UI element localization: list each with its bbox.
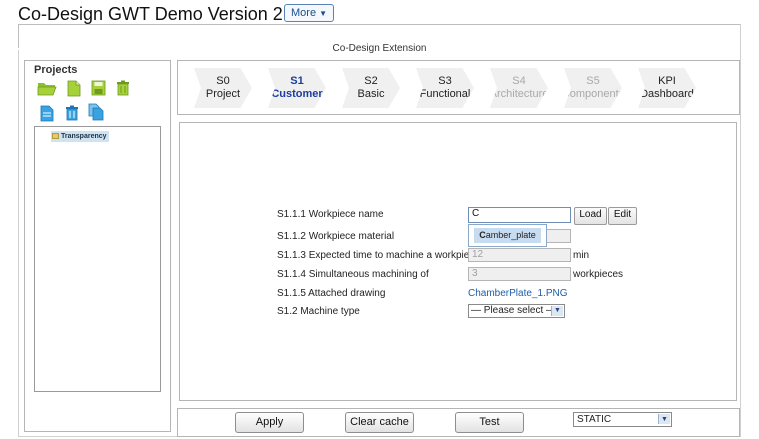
customer-form-panel: S1.1.1 Workpiece name C Load Edit S1.1.2… bbox=[179, 122, 737, 401]
frame-left-border bbox=[18, 50, 19, 436]
tree-item-label: Transparency bbox=[61, 133, 107, 140]
chevron-down-icon: ▼ bbox=[658, 414, 670, 424]
mode-value: STATIC bbox=[577, 414, 612, 425]
step-name: Dashboard bbox=[640, 88, 694, 100]
mode-select[interactable]: STATIC ▼ bbox=[573, 412, 672, 427]
attached-drawing-link[interactable]: ChamberPlate_1.PNG bbox=[468, 288, 568, 299]
step-name: Basic bbox=[357, 88, 385, 100]
extension-title: Co-Design Extension bbox=[332, 43, 427, 54]
more-button-label: More bbox=[291, 7, 317, 19]
bottom-toolbar: Apply Clear cache Test STATIC ▼ bbox=[177, 408, 740, 437]
header-divider bbox=[18, 24, 741, 25]
edit-button[interactable]: Edit bbox=[608, 207, 637, 225]
workpiece-name-label: S1.1.1 Workpiece name bbox=[277, 209, 384, 220]
expected-time-input: 12 bbox=[468, 248, 571, 262]
expected-time-label: S1.1.3 Expected time to machine a workpi… bbox=[277, 250, 480, 261]
step-code: S0 bbox=[216, 75, 230, 87]
more-button[interactable]: More ▼ bbox=[284, 4, 335, 22]
workpiece-name-input[interactable]: C bbox=[468, 207, 571, 223]
expected-time-unit: min bbox=[573, 250, 590, 261]
machine-type-label: S1.2 Machine type bbox=[277, 306, 360, 317]
step-s5-components: S5 Components bbox=[564, 68, 622, 108]
open-folder-icon[interactable] bbox=[37, 78, 57, 98]
step-s4-architecture: S4 Architecture bbox=[490, 68, 548, 108]
step-code: S3 bbox=[438, 75, 452, 87]
project-node-icon bbox=[52, 133, 59, 139]
suggestion-rest: amber_plate bbox=[485, 230, 536, 240]
new-file-icon[interactable] bbox=[64, 78, 84, 98]
dropdown-arrow-icon: ▼ bbox=[319, 9, 328, 18]
step-code: S1 bbox=[290, 75, 304, 87]
autocomplete-suggestions: Camber_plate bbox=[468, 224, 547, 247]
tree-item-transparency[interactable]: Transparency bbox=[51, 131, 109, 142]
step-code: KPI bbox=[658, 75, 676, 87]
step-code: S5 bbox=[586, 75, 600, 87]
test-button[interactable]: Test bbox=[455, 412, 524, 433]
step-name: Customer bbox=[271, 88, 323, 100]
machine-type-value: — Please select — bbox=[471, 305, 557, 316]
projects-panel: Projects Transparency bbox=[24, 60, 171, 432]
step-name: Project bbox=[205, 88, 241, 100]
suggestion-camber-plate[interactable]: Camber_plate bbox=[474, 228, 541, 243]
project-tree[interactable]: Transparency bbox=[34, 126, 161, 392]
save-icon[interactable] bbox=[88, 78, 108, 98]
frame-right-border bbox=[740, 24, 741, 436]
chevron-down-icon: ▼ bbox=[551, 306, 563, 316]
step-name: Functional bbox=[419, 88, 471, 100]
clear-cache-button[interactable]: Clear cache bbox=[345, 412, 414, 433]
step-code: S4 bbox=[512, 75, 526, 87]
step-s0-project[interactable]: S0 Project bbox=[194, 68, 252, 108]
copy-document-icon[interactable] bbox=[86, 102, 106, 122]
attached-drawing-label: S1.1.5 Attached drawing bbox=[277, 288, 386, 299]
machine-type-select[interactable]: — Please select — ▼ bbox=[468, 304, 565, 318]
step-s3-functional[interactable]: S3 Functional bbox=[416, 68, 474, 108]
workpiece-material-label: S1.1.2 Workpiece material bbox=[277, 231, 395, 242]
steps-navigation: S0 Project S1 Customer S2 Basic S3 Funct… bbox=[177, 60, 740, 115]
delete-document-icon[interactable] bbox=[62, 103, 82, 123]
step-s2-basic[interactable]: S2 Basic bbox=[342, 68, 400, 108]
step-kpi-dashboard[interactable]: KPI Dashboard bbox=[638, 68, 696, 108]
apply-button[interactable]: Apply bbox=[235, 412, 304, 433]
simultaneous-machining-input: 3 bbox=[468, 267, 571, 281]
document-icon[interactable] bbox=[37, 103, 57, 123]
step-code: S2 bbox=[364, 75, 378, 87]
app-title: Co-Design GWT Demo Version 2 bbox=[18, 4, 283, 24]
simultaneous-machining-unit: workpieces bbox=[573, 269, 624, 280]
step-name: Components bbox=[561, 88, 625, 100]
step-name: Architecture bbox=[489, 88, 549, 100]
load-button[interactable]: Load bbox=[574, 207, 607, 225]
delete-icon[interactable] bbox=[113, 78, 133, 98]
step-s1-customer[interactable]: S1 Customer bbox=[268, 68, 326, 108]
simultaneous-machining-label: S1.1.4 Simultaneous machining of bbox=[277, 269, 429, 280]
projects-title: Projects bbox=[34, 64, 78, 76]
